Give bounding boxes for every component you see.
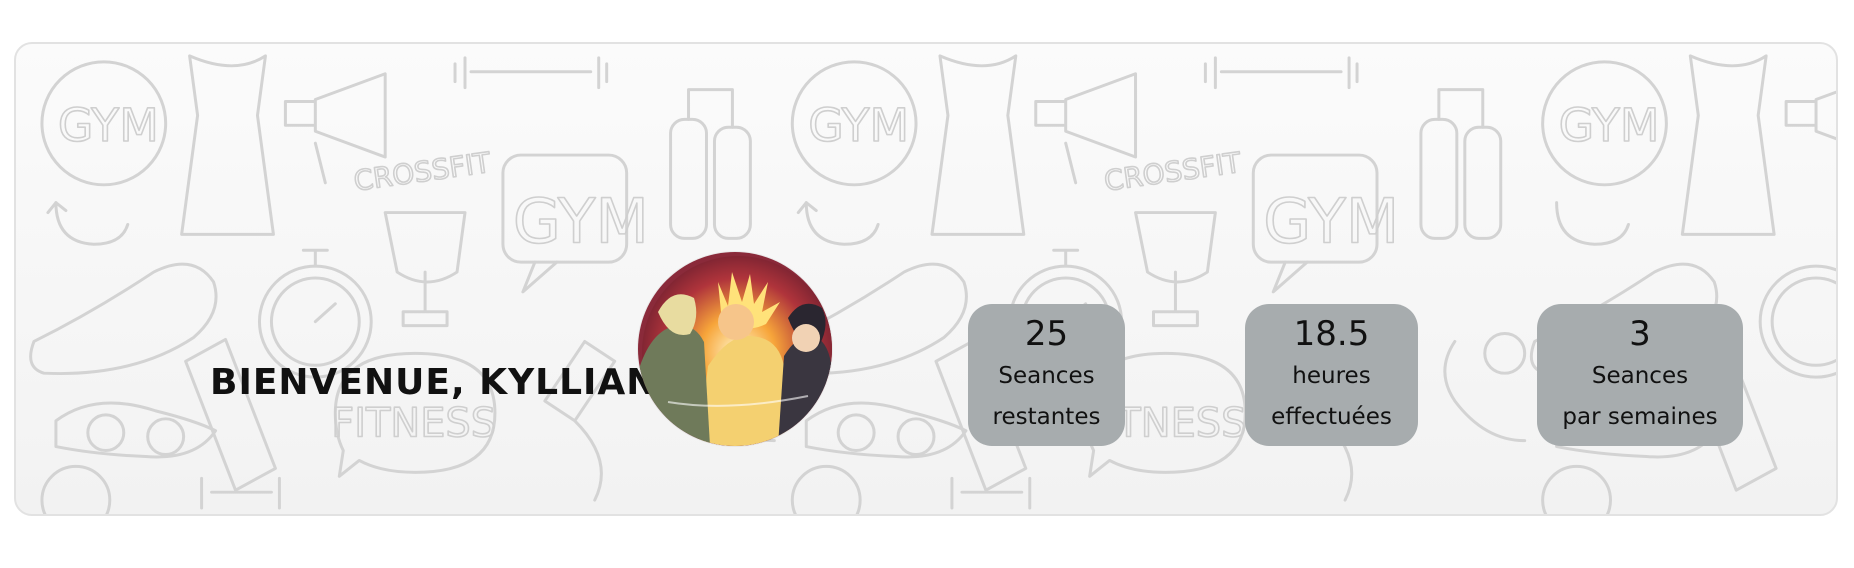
doodle-word: FITNESS bbox=[331, 401, 496, 447]
doodle-word: GYM bbox=[58, 99, 159, 152]
welcome-heading: BIENVENUE, KYLLIAN bbox=[210, 362, 658, 403]
stat-label: heures bbox=[1292, 363, 1371, 389]
stat-value: 25 bbox=[1024, 314, 1069, 354]
stat-value: 3 bbox=[1629, 314, 1651, 354]
stat-label: par semaines bbox=[1562, 404, 1718, 430]
avatar[interactable] bbox=[638, 252, 832, 446]
doodle-word: GYM bbox=[1263, 185, 1399, 257]
stat-label: effectuées bbox=[1271, 404, 1392, 430]
stat-hours-done: 18.5 heures effectuées bbox=[1245, 304, 1418, 446]
stat-remaining-sessions: 25 Seances restantes bbox=[968, 304, 1125, 446]
stat-label: restantes bbox=[992, 404, 1101, 430]
stat-label: Seances bbox=[1591, 363, 1689, 389]
stat-value: 18.5 bbox=[1293, 314, 1370, 354]
avatar-image bbox=[638, 252, 832, 446]
stat-label: Seances bbox=[998, 363, 1095, 389]
doodle-tile: GYM CROSSFIT GYM FITNESS bbox=[779, 54, 1527, 514]
doodle-word: GYM bbox=[808, 99, 909, 152]
stat-sessions-per-week: 3 Seances par semaines bbox=[1537, 304, 1743, 446]
doodle-word: GYM bbox=[513, 185, 649, 257]
doodle-word: GYM bbox=[1559, 99, 1660, 152]
page: GYM CROSSFIT GYM FITNESS GYM CROSSFIT GY… bbox=[0, 0, 1854, 568]
